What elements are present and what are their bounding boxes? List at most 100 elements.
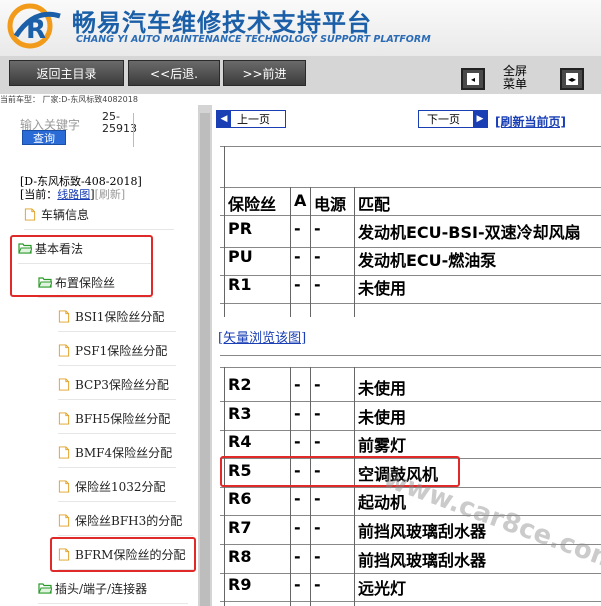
table-header-cell: A <box>294 191 307 210</box>
vector-view-link[interactable]: [矢量浏览该图] <box>218 327 306 346</box>
refresh-page-link[interactable]: [刷新当前页] <box>495 113 566 130</box>
table-cell: 未使用 <box>358 279 407 298</box>
next-page-label: 下一页 <box>427 113 460 126</box>
table-cell: - <box>314 375 321 394</box>
table-cell: - <box>294 247 301 266</box>
app-title: 畅易汽车维修技术支持平台 <box>72 9 372 37</box>
table-cell: 远光灯 <box>358 579 407 599</box>
tree-item-label: PSF1保险丝分配 <box>75 344 168 358</box>
table-header-cell: 保险丝 <box>228 195 277 214</box>
tree-item[interactable]: 车辆信息 <box>24 200 174 230</box>
fullscreen-line2: 菜单 <box>503 77 528 91</box>
prev-page-label: 上一页 <box>237 113 270 126</box>
expand-icon: ◂▸ <box>566 73 578 85</box>
vehicle-name: [D-东风标致-408-2018] <box>20 175 142 188</box>
content-panel: ◀ 上一页 下一页 ▶ [刷新当前页] 保险丝 A 电源 匹配 PR - - 发动机ECU-B… <box>212 105 601 606</box>
table-cell: - <box>314 247 321 266</box>
table-cell: R8 <box>228 546 252 566</box>
table-cell: - <box>314 403 321 423</box>
table-cell: - <box>294 375 301 394</box>
forward-button[interactable]: >>前进 <box>223 60 306 86</box>
table-border <box>220 367 601 368</box>
page-icon <box>58 412 70 425</box>
tree-item[interactable]: 保险丝1032分配 <box>58 472 176 502</box>
table-border <box>220 572 601 574</box>
table-column-border <box>224 187 225 317</box>
back-to-main-button[interactable]: 返回主目录 <box>9 60 124 86</box>
highlight-box-bfrm <box>50 537 196 572</box>
table-cell: - <box>294 489 301 509</box>
table-cell: 发动机ECU-BSI-双速冷却风扇 <box>358 223 581 242</box>
table-cell: 发动机ECU-燃油泵 <box>358 251 497 270</box>
tree-item[interactable]: BCP3保险丝分配 <box>58 370 176 400</box>
fullscreen-button[interactable]: ◂▸ <box>560 68 584 90</box>
table-column-border <box>290 187 291 317</box>
table-cell: - <box>314 275 321 294</box>
back-button[interactable]: <<后退. <box>128 60 220 86</box>
table-border <box>220 515 601 517</box>
table-cell: - <box>314 432 321 452</box>
tree-item[interactable]: PSF1保险丝分配 <box>58 336 176 366</box>
table-cell: R3 <box>228 403 252 423</box>
table-cell: - <box>314 546 321 566</box>
table-column-border <box>310 187 311 317</box>
sidebar-scrollbar[interactable] <box>198 105 212 606</box>
table-cell: R9 <box>228 575 252 595</box>
table-cell: 前挡风玻璃刮水器 <box>358 550 487 570</box>
collapse-panel-button[interactable]: ◂ <box>461 68 485 90</box>
table-cell: R1 <box>228 275 252 294</box>
table-border <box>220 303 601 304</box>
vehicle-title: [D-东风标致-408-2018] [当前：线路图][刷新] <box>20 175 142 201</box>
table-cell: - <box>314 518 321 537</box>
fullscreen-menu-label[interactable]: 全屏 菜单 <box>503 65 527 91</box>
page-icon <box>24 208 36 221</box>
keyword-value: 25- 25913 <box>102 111 137 135</box>
tree-item-label: BSI1保险丝分配 <box>75 310 165 324</box>
vector-view-label: [矢量浏览该图] <box>218 331 307 346</box>
toolbar: 返回主目录 <<后退. >>前进 ◂ 全屏 菜单 ◂▸ <box>0 56 601 94</box>
table-cell: PR <box>228 219 253 238</box>
table-cell: - <box>294 403 301 423</box>
tree-item[interactable]: BFH5保险丝分配 <box>58 404 176 434</box>
next-page-button[interactable]: 下一页 ▶ <box>418 110 488 128</box>
table-cell: R2 <box>228 375 252 394</box>
table-cell: - <box>314 575 321 595</box>
page-icon <box>58 344 70 357</box>
divider <box>133 113 134 147</box>
prev-page-button[interactable]: ◀ 上一页 <box>216 110 286 128</box>
table-cell: - <box>294 432 301 452</box>
keyword-value-line2: 25913 <box>102 122 137 135</box>
tree-item[interactable]: BSI1保险丝分配 <box>58 302 176 332</box>
table-cell: - <box>294 546 301 566</box>
table-border <box>220 187 601 188</box>
table-cell: - <box>314 219 321 238</box>
tree-item[interactable]: BMF4保险丝分配 <box>58 438 176 468</box>
tree-item[interactable]: 保险丝BFH3的分配 <box>58 506 193 536</box>
table-cell: - <box>294 219 301 238</box>
logo-icon: R <box>7 3 61 49</box>
table-border <box>220 355 601 356</box>
search-button[interactable]: 查询 <box>22 130 66 145</box>
page-icon <box>58 378 70 391</box>
table-cell: R6 <box>228 489 252 509</box>
page-icon <box>58 446 70 459</box>
tree-item-label: 插头/端子/连接器 <box>55 582 148 596</box>
table-header-cell: 电源 <box>314 195 347 214</box>
tree-item-label: 车辆信息 <box>41 208 90 222</box>
page-icon <box>58 310 70 323</box>
table-cell: - <box>314 489 321 509</box>
table-cell: R4 <box>228 432 252 452</box>
folder-open-icon <box>38 582 53 595</box>
tree-item-label: 保险丝1032分配 <box>75 480 166 494</box>
table-border <box>220 401 601 402</box>
svg-text:R: R <box>26 15 46 45</box>
page-icon <box>58 514 70 527</box>
scrollbar-thumb[interactable] <box>200 113 210 606</box>
table-cell: 前雾灯 <box>358 436 407 456</box>
tree-item-label: BCP3保险丝分配 <box>75 378 169 392</box>
arrow-left-icon: ◀ <box>217 111 231 127</box>
tree-item[interactable]: 插头/端子/连接器 <box>38 574 188 604</box>
current-vehicle-info: 当前车型： 厂家:D-东风标致4082018 <box>0 95 138 104</box>
app-subtitle: CHANG YI AUTO MAINTENANCE TECHNOLOGY SUP… <box>76 34 431 45</box>
table-cell: - <box>294 575 301 595</box>
